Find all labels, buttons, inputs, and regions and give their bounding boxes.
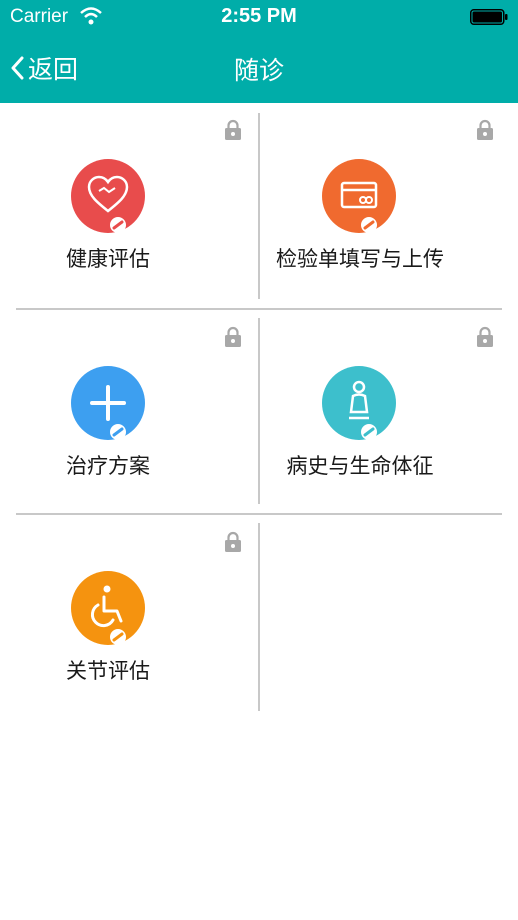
person-icon	[322, 366, 396, 440]
heart-icon	[71, 159, 145, 233]
tile-label: 关节评估	[66, 659, 150, 683]
tile-label: 病史与生命体征	[286, 454, 434, 478]
lock-icon	[225, 326, 241, 347]
card-icon	[322, 159, 396, 233]
tile-health-assessment[interactable]: 健康评估	[0, 103, 258, 299]
tile-label: 检验单填写与上传	[276, 247, 444, 271]
lock-icon	[225, 531, 241, 552]
header: Carrier 2:55 PM 返回 随诊	[0, 0, 518, 103]
tile-lab-report-upload[interactable]: 检验单填写与上传	[260, 103, 518, 299]
tile-label: 治疗方案	[66, 454, 150, 478]
divider-vertical	[258, 523, 260, 711]
tile-treatment-plan[interactable]: 治疗方案	[0, 310, 258, 506]
tile-label: 健康评估	[66, 247, 150, 271]
plus-icon	[71, 366, 145, 440]
page-title: 随诊	[233, 56, 284, 85]
status-time: 2:55 PM	[221, 5, 297, 27]
status-bar: Carrier 2:55 PM	[0, 0, 518, 34]
lock-icon	[477, 119, 493, 140]
wheelchair-icon	[71, 571, 145, 645]
battery-icon	[470, 9, 508, 25]
lock-icon	[225, 119, 241, 140]
tile-joint-assessment[interactable]: 关节评估	[0, 515, 258, 711]
nav-bar: 返回 随诊	[0, 34, 518, 103]
lock-icon	[477, 326, 493, 347]
tile-medical-history[interactable]: 病史与生命体征	[260, 310, 518, 506]
